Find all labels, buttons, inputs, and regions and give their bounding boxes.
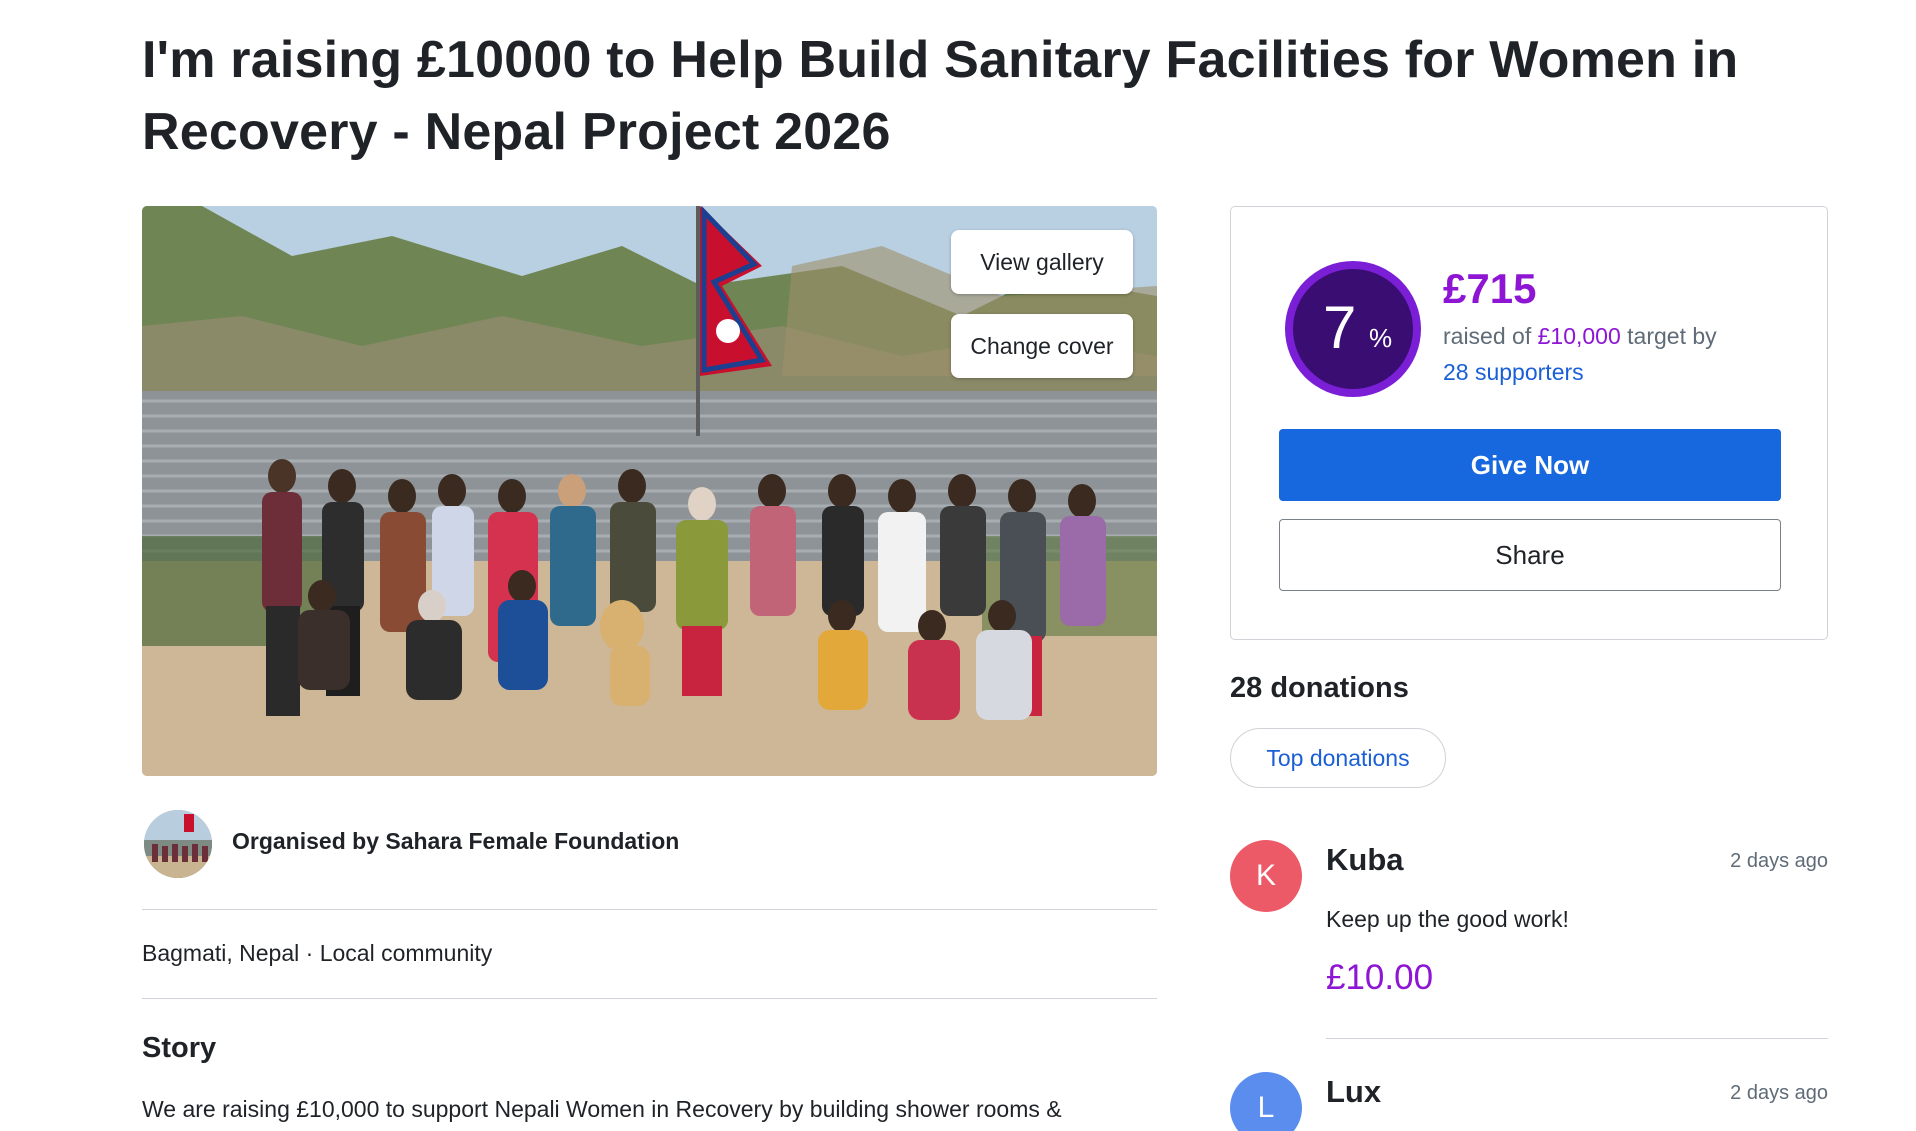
donation-message: Keep up the good work!: [1326, 906, 1569, 932]
raised-prefix: raised of: [1443, 323, 1532, 349]
donations-heading: 28 donations: [1230, 672, 1409, 704]
story-text: We are raising £10,000 to support Nepali…: [142, 1096, 1062, 1122]
raised-target-line: raised of £10,000 target by: [1443, 323, 1717, 350]
donation-divider: [1326, 1038, 1828, 1039]
donor-name: Kuba: [1326, 842, 1404, 877]
target-amount: £10,000: [1537, 323, 1621, 349]
donor-avatar: L: [1230, 1072, 1302, 1131]
progress-percent-number: 7: [1323, 294, 1357, 361]
donation-amount: £10.00: [1326, 958, 1434, 997]
donation-item: K Kuba 2 days ago Keep up the good work!…: [1230, 840, 1828, 1010]
fundraiser-page: I'm raising £10000 to Help Build Sanitar…: [142, 0, 1832, 1131]
story-heading: Story: [142, 1032, 217, 1064]
give-now-button[interactable]: Give Now: [1279, 429, 1781, 501]
top-donations-filter-button[interactable]: Top donations: [1230, 728, 1446, 788]
organiser-row[interactable]: Organised by Sahara Female Foundation: [142, 810, 1157, 878]
share-button[interactable]: Share: [1279, 519, 1781, 591]
page-title: I'm raising £10000 to Help Build Sanitar…: [142, 31, 1739, 161]
organiser-avatar: [144, 810, 212, 878]
donation-time: 2 days ago: [1730, 850, 1828, 872]
progress-ring: 7 %: [1285, 261, 1421, 397]
progress-percent-sign: %: [1369, 323, 1393, 353]
location-category: Bagmati, Nepal · Local community: [142, 940, 493, 966]
donation-item: L Lux 2 days ago: [1230, 1072, 1828, 1131]
divider: [142, 909, 1157, 910]
raised-amount: £715: [1443, 265, 1537, 312]
donation-progress-card: 7 % £715 raised of £10,000 target by 28 …: [1230, 206, 1828, 640]
donation-time: 2 days ago: [1730, 1082, 1828, 1104]
donor-name: Lux: [1326, 1074, 1382, 1109]
organiser-name[interactable]: Organised by Sahara Female Foundation: [232, 828, 679, 855]
view-gallery-button[interactable]: View gallery: [951, 230, 1133, 294]
organiser-avatar-image: [144, 810, 212, 878]
donor-avatar: K: [1230, 840, 1302, 912]
target-suffix: target by: [1627, 323, 1717, 349]
progress-ring-inner: 7 %: [1293, 269, 1413, 389]
divider: [142, 998, 1157, 999]
change-cover-button[interactable]: Change cover: [951, 314, 1133, 378]
cover-photo[interactable]: View gallery Change cover: [142, 206, 1157, 776]
supporters-link[interactable]: 28 supporters: [1443, 359, 1584, 386]
